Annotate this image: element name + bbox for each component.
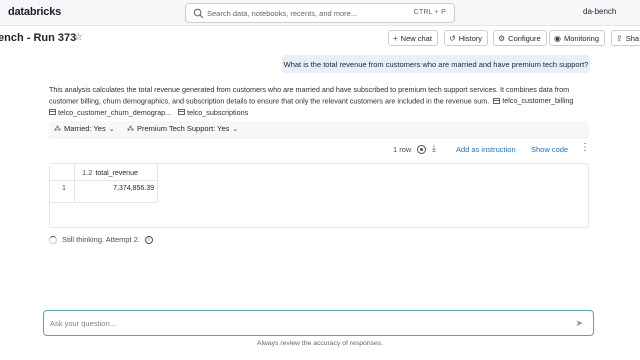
column-divider [74,164,75,202]
plus-icon: + [393,33,398,43]
send-icon[interactable]: ➤ [575,318,583,329]
history-label: History [458,33,483,43]
table-icon [493,97,501,104]
chevron-down-icon: ⌄ [232,125,239,133]
gear-icon: ⚙ [498,33,506,43]
assistant-answer: This analysis calculates the total reven… [49,84,594,118]
search-shortcut: CTRL + P [413,9,446,16]
monitoring-button[interactable]: ◉ Monitoring [549,30,606,46]
thinking-status: Still thinking. Attempt 2. i [49,235,153,244]
filter-icon: ⁂ [54,125,61,133]
history-icon: ↺ [449,33,456,43]
chevron-down-icon: ⌄ [108,125,115,133]
row-index: 1 [62,185,66,192]
new-chat-button[interactable]: + New chat [388,30,438,46]
add-as-instruction-link[interactable]: Add as instruction [456,145,516,154]
eye-icon: ◉ [554,33,561,43]
disclaimer-text: Always review the accuracy of responses. [256,340,384,347]
filter-premium-tech-support-label: Premium Tech Support: Yes [137,124,230,133]
results-table: 1.2 total_revenue 1 7,374,856.39 [49,163,589,228]
table-cell-total-revenue[interactable]: 7,374,856.39 [80,185,154,192]
table-chip-label: telco_customer_churn_demograp... [58,107,172,117]
row-count: 1 row [393,145,427,154]
table-icon [49,109,56,115]
share-icon: ⇪ [616,33,623,43]
workspace-user-menu[interactable]: da-bench [583,7,616,16]
filter-bar: ⁂ Married: Yes ⌄ ⁂ Premium Tech Support:… [49,121,589,139]
column-divider [157,164,158,202]
question-input-box: ➤ [43,310,594,336]
column-name: total_revenue [95,170,138,177]
user-message-bubble: What is the total revenue from customers… [282,55,590,73]
search-icon [193,8,204,19]
monitoring-label: Monitoring [563,33,600,43]
question-input[interactable] [50,317,550,330]
star-icon[interactable]: ☆ [74,32,83,43]
filter-icon: ⁂ [127,125,134,133]
filter-married-label: Married: Yes [64,124,106,133]
table-chip-label: telco_subscriptions [187,107,249,117]
global-search[interactable]: Search data, notebooks, recents, and mor… [185,3,455,23]
share-label: Sha [625,33,640,43]
configure-button[interactable]: ⚙ Configure [493,30,547,46]
page-title: ench - Run 373 [0,32,77,44]
configure-label: Configure [508,33,541,43]
search-placeholder: Search data, notebooks, recents, and mor… [207,9,358,18]
column-header-total-revenue[interactable]: 1.2 total_revenue [82,168,138,177]
new-chat-label: New chat [400,33,432,43]
info-icon[interactable]: i [144,235,153,244]
filter-married[interactable]: ⁂ Married: Yes ⌄ [54,124,115,133]
more-options-icon[interactable]: ⋮ [580,143,590,153]
row-divider [50,202,157,203]
title-row: ench - Run 373 ☆ + New chat ↺ History ⚙ … [0,27,640,49]
table-chip[interactable]: telco_customer_churn_demograp... [49,107,171,118]
record-icon[interactable] [417,145,427,154]
spinner-icon [49,235,57,244]
table-chip[interactable]: telco_customer_billing [493,95,573,106]
history-button[interactable]: ↺ History [444,30,489,46]
share-button[interactable]: ⇪ Sha [611,30,640,46]
status-text: Still thinking. Attempt 2. [62,235,140,244]
table-icon [178,109,186,115]
answer-text: This analysis calculates the total reven… [49,85,570,106]
table-chip[interactable]: telco_subscriptions [178,107,248,118]
header-divider [50,180,157,181]
column-type: 1.2 [82,168,93,177]
databricks-logo[interactable]: databricks [8,6,61,18]
download-icon[interactable]: ⤓ [432,143,436,154]
row-count-label: 1 row [393,145,412,154]
show-code-link[interactable]: Show code [531,145,568,154]
top-bar: databricks Search data, notebooks, recen… [0,0,640,26]
filter-premium-tech-support[interactable]: ⁂ Premium Tech Support: Yes ⌄ [127,124,238,133]
table-chip-label: telco_customer_billing [502,96,574,105]
